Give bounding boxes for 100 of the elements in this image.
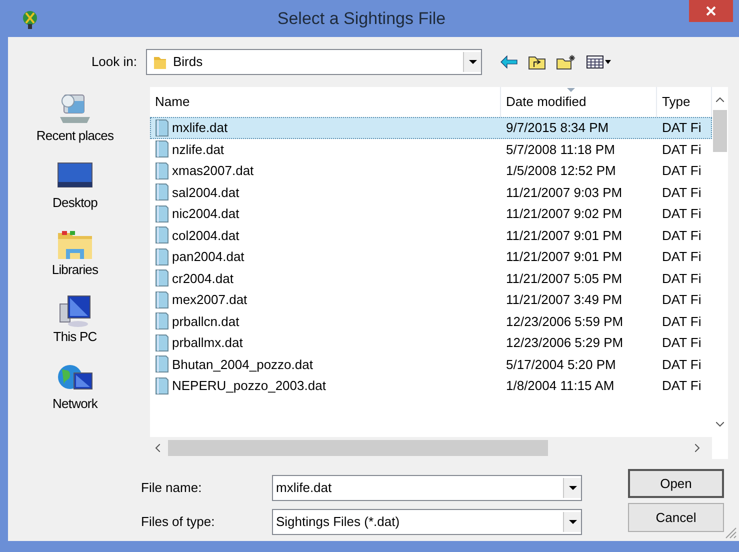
look-in-value: Birds [173, 53, 204, 72]
app-icon [20, 8, 40, 28]
document-icon [155, 290, 169, 309]
horizontal-scrollbar[interactable] [150, 437, 712, 459]
document-icon [155, 269, 169, 288]
file-date: 9/7/2015 8:34 PM [505, 119, 610, 137]
file-row[interactable]: cr2004.dat 11/21/2007 5:05 PM DAT Fi [150, 268, 712, 289]
place-item[interactable]: Network [52, 394, 98, 414]
file-type-dropdown[interactable]: Sightings Files (*.dat) [272, 509, 582, 535]
file-name: nic2004.dat [172, 205, 240, 223]
file-type: DAT Fi [661, 312, 702, 330]
file-type: DAT Fi [661, 140, 702, 158]
document-icon [155, 376, 169, 395]
file-name: prballmx.dat [172, 334, 243, 352]
file-date: 11/21/2007 9:02 PM [505, 205, 624, 223]
file-name: mex2007.dat [172, 291, 248, 309]
file-date: 11/21/2007 3:49 PM [505, 291, 624, 309]
place-item[interactable]: Desktop [52, 193, 98, 212]
file-type: DAT Fi [661, 291, 702, 309]
open-button[interactable]: Open [628, 469, 724, 498]
file-date: 5/17/2004 5:20 PM [505, 356, 617, 374]
file-date: 1/5/2008 12:52 PM [505, 162, 617, 180]
dropdown-button[interactable] [563, 512, 581, 532]
file-row[interactable]: NEPERU_pozzo_2003.dat 1/8/2004 11:15 AM DAT Fi [150, 375, 712, 396]
file-type: DAT Fi [661, 226, 702, 244]
document-icon [155, 140, 169, 158]
file-row[interactable]: pan2004.dat 11/21/2007 9:01 PM DAT Fi [150, 246, 712, 268]
file-name: xmas2007.dat [172, 162, 254, 180]
look-in-dropdown[interactable]: Birds [146, 49, 482, 75]
file-name: sal2004.dat [172, 184, 240, 202]
file-type: DAT Fi [661, 184, 702, 202]
scrollbar-thumb[interactable] [168, 440, 548, 456]
document-icon [155, 312, 169, 330]
file-type: DAT Fi [661, 377, 702, 395]
view-menu-icon [586, 55, 612, 69]
file-type: DAT Fi [661, 334, 702, 352]
window-title: Select a Sightings File [276, 8, 447, 30]
document-icon [155, 248, 169, 266]
scroll-down-icon [716, 422, 724, 427]
file-name: cr2004.dat [172, 270, 234, 288]
file-row[interactable]: mxlife.dat 9/7/2015 8:34 PM DAT Fi [150, 117, 712, 138]
document-icon [155, 226, 169, 244]
file-date: 11/21/2007 9:01 PM [505, 226, 624, 244]
file-date: 1/8/2004 11:15 AM [505, 377, 616, 395]
dropdown-button[interactable] [563, 478, 581, 498]
document-icon [155, 204, 169, 223]
file-date: 5/7/2008 11:18 PM [505, 140, 616, 158]
file-name: Bhutan_2004_pozzo.dat [172, 356, 313, 374]
file-name: pan2004.dat [172, 248, 244, 266]
file-row[interactable]: Bhutan_2004_pozzo.dat 5/17/2004 5:20 PM DAT Fi [150, 354, 712, 375]
file-row[interactable]: col2004.dat 11/21/2007 9:01 PM DAT Fi [150, 224, 712, 246]
scrollbar-thumb[interactable] [713, 110, 727, 152]
caret-icon [568, 520, 576, 524]
file-date: 11/21/2007 5:05 PM [505, 270, 624, 288]
place-item[interactable]: This PC [53, 327, 97, 346]
file-row[interactable]: prballmx.dat 12/23/2006 5:29 PM DAT Fi [150, 332, 712, 354]
scroll-right-icon [695, 444, 700, 452]
place-item[interactable]: Recent places [36, 126, 114, 146]
file-type: DAT Fi [661, 162, 702, 180]
file-row[interactable]: mex2007.dat 11/21/2007 3:49 PM DAT Fi [150, 289, 712, 310]
back-arrow-icon [500, 55, 518, 69]
document-icon [155, 334, 169, 352]
dropdown-button[interactable] [463, 52, 481, 72]
up-folder-icon [528, 54, 546, 70]
file-name-label: File name: [141, 479, 203, 498]
scroll-up-icon [716, 97, 724, 102]
file-type-label: Files of type: [141, 513, 216, 532]
look-in-label: Look in: [90, 53, 138, 72]
file-type: DAT Fi [661, 119, 702, 137]
new-folder-icon [556, 54, 576, 70]
file-name-value: mxlife.dat [275, 479, 333, 498]
close-icon [706, 6, 716, 16]
document-icon [155, 355, 169, 374]
file-name: prballcn.dat [172, 312, 240, 331]
close-button[interactable] [689, 0, 733, 22]
file-name: mxlife.dat [172, 119, 228, 137]
scroll-left-icon [155, 444, 160, 452]
file-row[interactable]: sal2004.dat 11/21/2007 9:03 PM DAT Fi [150, 182, 712, 203]
file-name: col2004.dat [172, 226, 240, 244]
folder-icon [153, 54, 167, 70]
file-row[interactable]: prballcn.dat 12/23/2006 5:59 PM DAT Fi [150, 310, 712, 332]
file-row[interactable]: nzlife.dat 5/7/2008 11:18 PM DAT Fi [150, 138, 712, 160]
document-icon [155, 118, 169, 137]
file-name-field[interactable]: mxlife.dat [272, 475, 582, 501]
file-type: DAT Fi [661, 248, 702, 266]
document-icon [155, 162, 169, 180]
document-icon [155, 183, 169, 202]
caret-icon [568, 486, 576, 490]
file-row[interactable]: nic2004.dat 11/21/2007 9:02 PM DAT Fi [150, 203, 712, 224]
resize-grip-icon [725, 527, 737, 539]
place-item[interactable]: Libraries [52, 260, 98, 280]
sort-indicator-icon [567, 88, 575, 92]
cancel-button[interactable]: Cancel [628, 503, 724, 532]
file-date: 12/23/2006 5:29 PM [505, 334, 624, 352]
caret-icon [468, 60, 476, 64]
file-type: DAT Fi [661, 270, 702, 288]
file-type: DAT Fi [661, 356, 702, 374]
file-date: 11/21/2007 9:03 PM [505, 184, 624, 202]
file-type: DAT Fi [661, 205, 702, 223]
file-row[interactable]: xmas2007.dat 1/5/2008 12:52 PM DAT Fi [150, 160, 712, 182]
